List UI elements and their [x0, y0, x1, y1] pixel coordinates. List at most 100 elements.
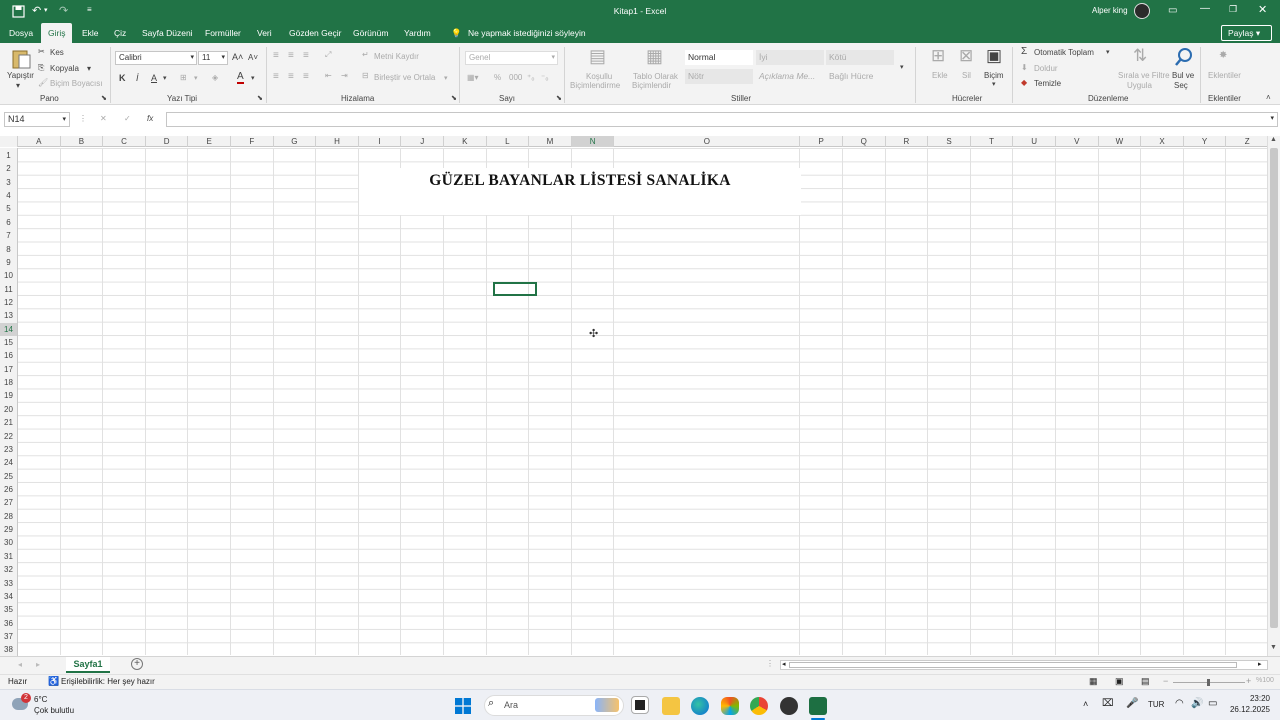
- underline-button[interactable]: A: [151, 73, 157, 83]
- show-hidden-icons[interactable]: ˄: [1083, 699, 1088, 709]
- autosum-dropdown-icon[interactable]: ▾: [1106, 48, 1110, 56]
- increase-decimal-icon[interactable]: ⁺₀: [527, 73, 535, 82]
- column-header-n[interactable]: N: [571, 136, 615, 147]
- number-launcher-icon[interactable]: ⬊: [556, 94, 562, 102]
- excel-taskbar-icon[interactable]: [809, 697, 827, 715]
- formula-input[interactable]: ▾: [166, 112, 1278, 127]
- row-header-32[interactable]: 32: [0, 563, 17, 576]
- addins-icon[interactable]: ✸: [1219, 50, 1227, 61]
- conditional-format-label-2[interactable]: Biçimlendirme: [570, 81, 620, 90]
- italic-button[interactable]: İ: [136, 73, 139, 83]
- undo-icon[interactable]: ↶: [32, 4, 41, 17]
- column-header-d[interactable]: D: [146, 136, 189, 147]
- comma-style-icon[interactable]: 000: [509, 73, 522, 82]
- font-name-select[interactable]: Calibri ▾: [115, 51, 197, 65]
- sort-filter-label-2[interactable]: Uygula: [1127, 81, 1152, 90]
- row-header-36[interactable]: 36: [0, 617, 17, 630]
- row-header-38[interactable]: 38: [0, 643, 17, 656]
- zoom-in-icon[interactable]: +: [1246, 676, 1251, 686]
- row-header-7[interactable]: 7: [0, 229, 17, 242]
- align-right-icon[interactable]: ≡: [303, 71, 309, 82]
- format-as-table-icon[interactable]: ▦: [646, 46, 663, 67]
- column-header-i[interactable]: I: [359, 136, 402, 147]
- conditional-format-label-1[interactable]: Koşullu: [586, 72, 612, 81]
- collapse-ribbon-icon[interactable]: ˄: [1266, 93, 1271, 102]
- paste-button[interactable]: Yapıştır: [7, 71, 34, 80]
- column-header-c[interactable]: C: [103, 136, 146, 147]
- clear-icon[interactable]: ◆: [1021, 78, 1027, 87]
- find-select-label-1[interactable]: Bul ve: [1172, 71, 1194, 80]
- tab-splitter-icon[interactable]: ⋮: [766, 659, 774, 668]
- style-explanatory[interactable]: Açıklama Me...: [756, 69, 824, 84]
- format-cells-icon[interactable]: ▣: [986, 46, 1002, 66]
- clock-time[interactable]: 23:20: [1236, 694, 1270, 703]
- file-explorer-icon[interactable]: [662, 697, 680, 715]
- row-header-8[interactable]: 8: [0, 243, 17, 256]
- column-header-z[interactable]: Z: [1226, 136, 1269, 147]
- avatar[interactable]: [1134, 3, 1150, 19]
- merge-center-button[interactable]: Birleştir ve Ortala: [374, 73, 435, 82]
- row-header-30[interactable]: 30: [0, 536, 17, 549]
- column-header-g[interactable]: G: [274, 136, 317, 147]
- vertical-scrollbar[interactable]: ▲ ▼: [1267, 136, 1280, 656]
- insert-cells-icon[interactable]: ⊞: [931, 46, 945, 66]
- tab-veri[interactable]: Veri: [257, 23, 272, 43]
- network-tray-icon[interactable]: ⌧: [1102, 698, 1114, 709]
- enter-icon[interactable]: ✓: [124, 114, 131, 123]
- row-header-12[interactable]: 12: [0, 296, 17, 309]
- currency-icon[interactable]: ▦▾: [467, 73, 479, 82]
- font-color-button[interactable]: A: [237, 72, 244, 84]
- pano-launcher-icon[interactable]: ⬊: [101, 94, 107, 102]
- share-button[interactable]: Paylaş ▾: [1221, 25, 1272, 41]
- addins-button[interactable]: Eklentiler: [1208, 71, 1241, 80]
- formula-bar-more-icon[interactable]: ⋮: [79, 114, 87, 123]
- copy-icon[interactable]: ⎘: [38, 63, 44, 73]
- next-sheet-icon[interactable]: ▸: [36, 660, 40, 669]
- row-header-14[interactable]: 14: [0, 322, 17, 337]
- insert-function-icon[interactable]: fx: [147, 114, 153, 123]
- redo-icon[interactable]: ↷: [59, 4, 68, 17]
- row-header-34[interactable]: 34: [0, 590, 17, 603]
- column-header-b[interactable]: B: [61, 136, 104, 147]
- style-bad[interactable]: Kötü: [826, 50, 894, 65]
- row-header-11[interactable]: 11: [0, 283, 17, 296]
- row-header-28[interactable]: 28: [0, 510, 17, 523]
- cut-icon[interactable]: ✂: [38, 47, 45, 56]
- tab-formuller[interactable]: Formüller: [205, 23, 241, 43]
- column-header-j[interactable]: J: [401, 136, 444, 147]
- decrease-font-icon[interactable]: A˅: [248, 53, 258, 62]
- fill-color-icon[interactable]: ◈: [212, 73, 218, 82]
- column-header-s[interactable]: S: [928, 136, 971, 147]
- style-normal[interactable]: Normal: [685, 50, 753, 65]
- page-break-view-icon[interactable]: ▤: [1141, 676, 1150, 687]
- close-icon[interactable]: ✕: [1258, 3, 1267, 16]
- normal-view-icon[interactable]: ▦: [1089, 676, 1098, 687]
- style-neutral[interactable]: Nötr: [685, 69, 753, 84]
- copy-button[interactable]: Kopyala: [50, 64, 79, 73]
- minimize-icon[interactable]: —: [1200, 3, 1210, 14]
- format-cells-button[interactable]: Biçim: [984, 71, 1004, 80]
- wifi-icon[interactable]: ◠: [1175, 698, 1184, 709]
- add-sheet-icon[interactable]: +: [131, 658, 143, 670]
- restore-icon[interactable]: ❐: [1229, 4, 1237, 15]
- zoom-out-icon[interactable]: −: [1163, 676, 1168, 686]
- worksheet-grid[interactable]: GÜZEL BAYANLAR LİSTESİ SANALİKA ✣: [18, 148, 1267, 655]
- align-left-icon[interactable]: ≡: [273, 71, 279, 82]
- row-header-24[interactable]: 24: [0, 456, 17, 469]
- language-indicator[interactable]: TUR: [1148, 700, 1164, 709]
- column-header-l[interactable]: L: [487, 136, 530, 147]
- style-good[interactable]: İyi: [756, 50, 824, 65]
- font-size-select[interactable]: 11 ▾: [198, 51, 228, 65]
- format-as-table-label-2[interactable]: Biçimlendir: [632, 81, 671, 90]
- column-header-p[interactable]: P: [800, 136, 843, 147]
- align-middle-icon[interactable]: ≡: [288, 50, 294, 61]
- bold-button[interactable]: K: [119, 73, 126, 83]
- row-header-16[interactable]: 16: [0, 349, 17, 362]
- task-view-icon[interactable]: [631, 696, 649, 714]
- row-header-25[interactable]: 25: [0, 470, 17, 483]
- tab-ekle[interactable]: Ekle: [82, 23, 99, 43]
- accessibility-icon[interactable]: ♿: [48, 676, 59, 687]
- paste-icon[interactable]: [10, 48, 32, 70]
- row-header-4[interactable]: 4: [0, 189, 17, 202]
- decrease-decimal-icon[interactable]: ⁻₀: [541, 73, 549, 82]
